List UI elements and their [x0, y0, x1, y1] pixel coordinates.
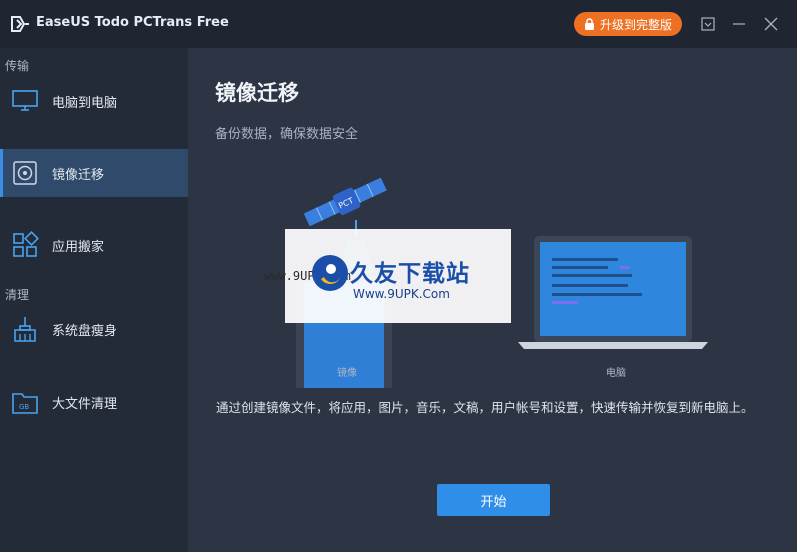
start-button[interactable]: 开始 [437, 484, 550, 516]
sidebar-item-label: 应用搬家 [52, 239, 105, 255]
broom-icon [14, 317, 36, 342]
monitor-icon [12, 90, 38, 111]
gb-folder-icon: GB [12, 393, 38, 414]
sidebar-item-system-slim[interactable]: 系统盘瘦身 [0, 305, 188, 353]
disc-icon [13, 161, 37, 185]
watermark-brand: 久友下载站 [350, 261, 470, 287]
sidebar-item-label: 电脑到电脑 [52, 95, 118, 111]
watermark-logo-icon [312, 255, 348, 291]
sidebar: 传输 电脑到电脑 镜像迁移 应用搬家 清理 系统盘瘦身 GB 大文件清理 [0, 48, 188, 552]
lock-icon [584, 18, 594, 30]
close-icon [764, 17, 778, 31]
sidebar-item-app-migration[interactable]: 应用搬家 [0, 221, 188, 269]
upgrade-button[interactable]: 升级到完整版 [574, 12, 682, 36]
sidebar-item-large-file-cleanup[interactable]: GB 大文件清理 [0, 378, 188, 426]
easeus-logo-icon [11, 16, 29, 32]
section-label-cleanup: 清理 [5, 288, 30, 302]
sidebar-item-label: 大文件清理 [52, 396, 118, 412]
watermark-url: Www.9UPK.Com [353, 287, 450, 301]
computer-caption: 电脑 [606, 368, 626, 379]
section-label-transfer: 传输 [5, 59, 30, 73]
start-label: 开始 [480, 494, 507, 510]
menu-dropdown-button[interactable] [698, 14, 718, 34]
sidebar-item-label: 镜像迁移 [52, 167, 105, 183]
app-title: EaseUS Todo PCTrans Free [36, 15, 229, 30]
dropdown-box-icon [701, 17, 715, 31]
svg-text:GB: GB [19, 403, 29, 411]
minimize-icon [733, 23, 745, 25]
page-subtitle: 备份数据，确保数据安全 [215, 127, 359, 142]
apps-icon [13, 231, 39, 257]
sidebar-item-image-migration[interactable]: 镜像迁移 [0, 149, 188, 197]
sidebar-item-pc-to-pc[interactable]: 电脑到电脑 [0, 77, 188, 125]
page-title: 镜像迁移 [215, 81, 299, 105]
image-caption: 镜像 [337, 368, 357, 379]
close-button[interactable] [761, 14, 781, 34]
description-text: 通过创建镜像文件，将应用，图片，音乐，文稿，用户帐号和设置，快速传输并恢复到新电… [216, 400, 754, 415]
laptop-icon [518, 236, 708, 349]
minimize-button[interactable] [729, 14, 749, 34]
upgrade-label: 升级到完整版 [599, 17, 672, 32]
title-bar: EaseUS Todo PCTrans Free 升级到完整版 [0, 0, 797, 48]
sidebar-item-label: 系统盘瘦身 [52, 323, 118, 339]
